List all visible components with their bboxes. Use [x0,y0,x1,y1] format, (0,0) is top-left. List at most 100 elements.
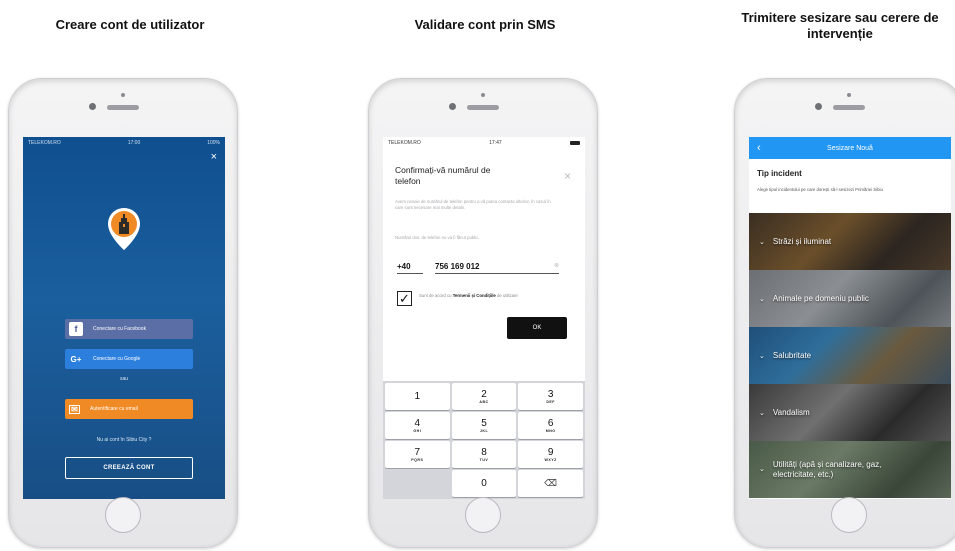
chevron-down-icon: ⌄ [759,409,765,417]
key-digit: 0 [481,477,487,489]
chevron-down-icon: ⌄ [759,465,765,473]
key-letters: DEF [546,399,555,404]
terms-link[interactable]: Termenii și Condițiile [453,293,496,298]
keypad-key-6[interactable]: 6 MNO [518,412,583,439]
category-sanitation[interactable]: ⌄ Salubritate [749,327,951,384]
caption-sms-validation: Validare cont prin SMS [414,17,556,32]
key-digit: 9 [547,446,554,458]
chevron-down-icon: ⌄ [759,238,765,246]
time-label: 17:00 [127,140,141,146]
no-account-text: Nu ai cont în Sibiu City ? [96,437,152,443]
chevron-down-icon: ⌄ [759,352,765,360]
time-label: 17:47 [489,140,502,146]
keypad-key-5[interactable]: 5 JKL [451,412,517,439]
keypad-key-4[interactable]: 4 GHI [385,412,450,439]
earpiece [833,105,865,110]
keypad-key-9[interactable]: 9 WXYZ [518,441,583,468]
category-label: Vandalism [772,408,810,417]
backspace-icon: ⌫ [544,478,558,488]
phone-number-input[interactable]: 756 169 012 ⊗ [435,262,559,274]
category-utilities[interactable]: ⌄ Utilități (apă și canalizare, gaz, ele… [749,441,951,498]
status-bar: TELEKOM.RO 17:47 [383,137,585,149]
earpiece [467,105,499,110]
email-login-label: Autentificare cu email [90,406,138,412]
phone-mockup-sms: TELEKOM.RO 17:47 Confirmați-vă numărul d… [368,78,598,548]
key-digit: 1 [414,390,421,402]
caption-create-account: Creare cont de utilizator [55,17,205,32]
carrier-label: TELEKOM.RO [28,140,61,146]
terms-prefix: Sunt de acord cu [419,293,453,298]
backspace-key[interactable]: ⌫ [518,470,583,497]
keypad-key-2[interactable]: 2 ABC [451,383,517,410]
proximity-sensor [481,93,485,97]
caption-send-report: Trimitere sesizare sau cerere de interve… [741,10,939,41]
email-login-button[interactable]: ✉ Autentificare cu email [65,399,193,419]
proximity-sensor [847,93,851,97]
home-button[interactable] [465,497,501,533]
status-bar: TELEKOM.RO 17:00 100% [23,137,225,149]
google-plus-icon: G+ [70,354,82,364]
proximity-sensor [121,93,125,97]
home-button[interactable] [831,497,867,533]
phone-mockup-report: ‹ Sesizare Nouă Tip incident Alege tipul… [734,78,955,548]
keypad-key-3[interactable]: 3 DEF [518,383,583,410]
close-icon[interactable]: × [564,169,571,183]
signup-screen: TELEKOM.RO 17:00 100% × f Conectare cu F… [23,137,225,499]
back-chevron-icon[interactable]: ‹ [757,142,761,154]
terms-suffix: de utilizare [495,293,518,298]
or-separator: sau [119,376,129,382]
google-login-button[interactable]: G+ Conectare cu Google [65,349,193,369]
facebook-login-button[interactable]: f Conectare cu Facebook [65,319,193,339]
new-report-screen: ‹ Sesizare Nouă Tip incident Alege tipul… [749,137,951,499]
create-account-button[interactable]: CREEAZĂ CONT [65,457,193,479]
privacy-text: Numărul dvs. de telefon nu va fi făcut p… [395,235,480,240]
key-digit: 8 [481,446,487,458]
google-login-label: Conectare cu Google [93,356,141,362]
keypad-key-1[interactable]: 1 [385,383,450,410]
front-camera [815,103,822,110]
key-digit: 5 [481,417,487,429]
section-title: Tip incident [757,169,802,178]
nav-title: Sesizare Nouă [827,144,873,152]
front-camera [89,103,96,110]
category-label: Animale pe domeniu public [772,294,869,303]
carrier-label: TELEKOM.RO [388,140,421,146]
key-digit: 3 [547,388,554,400]
terms-checkbox[interactable]: ✓ [397,291,412,306]
front-camera [449,103,456,110]
keypad-key-8[interactable]: 8 TUV [451,441,517,468]
category-label: Utilități (apă și canalizare, gaz, elect… [772,459,882,479]
key-letters: ABC [479,399,489,404]
ok-button[interactable]: OK [507,317,567,339]
key-letters: GHI [413,428,422,433]
nav-bar: ‹ Sesizare Nouă [749,137,951,159]
key-digit: 7 [414,446,421,458]
close-icon[interactable]: × [211,151,217,163]
clear-input-icon[interactable]: ⊗ [554,262,559,271]
key-letters: PQRS [411,457,424,462]
keypad-key-7[interactable]: 7 PQRS [385,441,450,468]
key-digit: 2 [481,388,487,400]
terms-text: Sunt de acord cu Termenii și Condițiile … [419,293,549,299]
dialog-title: Confirmați-vă numărul de telefon [395,165,491,186]
category-streets-lighting[interactable]: ⌄ Străzi și iluminat [749,213,951,270]
key-letters: MNO [545,428,556,433]
battery-icon [570,141,580,145]
chevron-down-icon: ⌄ [759,295,765,303]
email-icon: ✉ [69,404,80,414]
key-letters: TUV [479,457,489,462]
phone-info-text: Avem nevoie de numărul de telefon pentru… [395,199,551,210]
earpiece [107,105,139,110]
category-vandalism[interactable]: ⌄ Vandalism [749,384,951,441]
section-description: Alege tipul incidentului pe care dorești… [757,187,883,192]
category-public-animals[interactable]: ⌄ Animale pe domeniu public [749,270,951,327]
key-digit: 4 [414,417,421,429]
keypad-key-0[interactable]: 0 [451,470,517,497]
home-button[interactable] [105,497,141,533]
battery-label: 100% [207,140,220,146]
category-label: Salubritate [772,351,812,360]
country-prefix-field[interactable]: +40 [397,262,423,274]
facebook-login-label: Conectare cu Facebook [93,326,147,332]
category-label: Străzi și iluminat [772,237,832,246]
numeric-keypad: 1 2 ABC 3 DEF 4 GHI 5 JKL 6 MNO 7 PQRS 8 TUV 9 WXYZ 0 ⌫ [383,381,585,499]
